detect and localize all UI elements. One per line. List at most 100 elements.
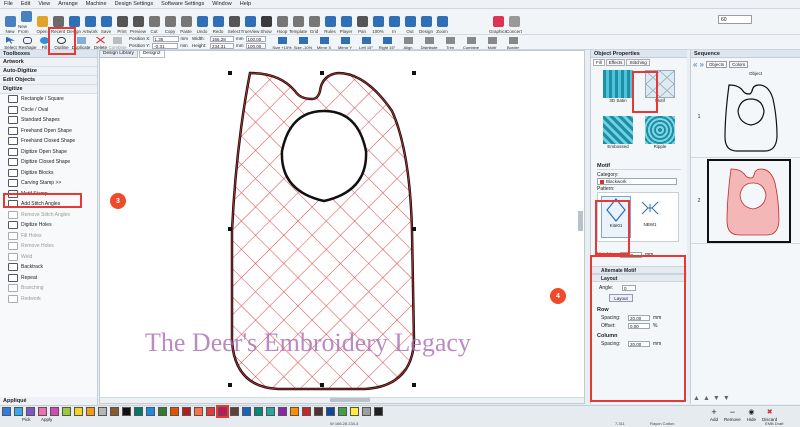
transform-btn-2[interactable]: Mirror X	[314, 35, 335, 50]
toolbar-btn-8[interactable]: Preview	[130, 9, 146, 34]
tab-colors[interactable]: Colors	[729, 61, 749, 68]
toolbar-btn-26[interactable]: Design	[418, 9, 434, 34]
thread-swatch[interactable]	[86, 407, 95, 416]
toolbar-btn-14[interactable]: Select	[226, 9, 242, 34]
toolbar-btn-10[interactable]: Copy	[162, 9, 178, 34]
collapse-right-icon[interactable]: »	[699, 60, 703, 69]
toolbar-btn-22[interactable]: Pan	[354, 9, 370, 34]
height-percent-field[interactable]: 100.00	[245, 42, 266, 49]
transform-btn-8[interactable]: Trim	[440, 35, 461, 50]
zoom-select[interactable]: 60	[718, 15, 752, 24]
tab-design-library[interactable]: Design Library	[99, 50, 138, 58]
thread-swatch[interactable]	[146, 407, 155, 416]
toolbar-btn-15[interactable]: TrueView	[241, 9, 259, 34]
thread-swatch[interactable]	[50, 407, 59, 416]
move-down-icon[interactable]: ▼	[713, 395, 720, 402]
move-up-icon[interactable]: ▲	[703, 395, 710, 402]
thread-swatch[interactable]	[134, 407, 143, 416]
menu-edit[interactable]: Edit	[21, 1, 30, 7]
tool-item[interactable]: Rectangle / Square	[0, 94, 97, 105]
fill-ripple[interactable]: Ripple	[641, 116, 679, 158]
thread-swatch[interactable]	[14, 407, 23, 416]
menu-machine[interactable]: Machine	[86, 1, 107, 7]
remove-button[interactable]: − Remove	[724, 408, 741, 423]
thread-swatch[interactable]	[230, 407, 239, 416]
thread-swatch[interactable]	[374, 407, 383, 416]
tool-item[interactable]: Add Stitch Angles	[0, 199, 97, 210]
toolbar-btn-19[interactable]: Grid	[306, 9, 322, 34]
design-canvas[interactable]: The Deer's Embroidery Legacy	[99, 50, 585, 404]
tool-item[interactable]: Digitize Holes	[0, 220, 97, 231]
tool-item[interactable]: Carving Stamp >>	[0, 178, 97, 189]
thread-swatch[interactable]	[38, 407, 47, 416]
thread-swatch[interactable]	[338, 407, 347, 416]
canvas-vertical-scrollbar[interactable]	[578, 211, 583, 231]
toolbar-btn-20[interactable]: Rules	[322, 9, 338, 34]
tool-item[interactable]: Branching	[0, 283, 97, 294]
move-top-icon[interactable]: ▲	[693, 395, 700, 402]
menu-view[interactable]: View	[38, 1, 50, 7]
move-bottom-icon[interactable]: ▼	[723, 395, 730, 402]
toolbar-btn-1[interactable]: New From	[18, 9, 34, 34]
transform-btn-9[interactable]: Combine	[461, 35, 482, 50]
tool-item[interactable]: Backtrack	[0, 262, 97, 273]
tool-item[interactable]: Repeat	[0, 273, 97, 284]
thread-swatch[interactable]	[74, 407, 83, 416]
transform-btn-4[interactable]: Left 15°	[356, 35, 377, 50]
reshape-tool-button[interactable]: Reshape	[19, 35, 37, 50]
alternate-motif-section[interactable]: Alternate Motif	[591, 266, 687, 274]
toolbar-btn-28[interactable]: Graphics	[489, 9, 507, 34]
toolbar-btn-5[interactable]: Artwork	[82, 9, 98, 34]
duplicate-button[interactable]: Duplicate	[70, 35, 92, 50]
toolbar-btn-9[interactable]: Cut	[146, 9, 162, 34]
add-button[interactable]: + Add	[710, 408, 718, 423]
thread-swatch[interactable]	[242, 407, 251, 416]
thread-swatch[interactable]	[206, 407, 215, 416]
toolbar-btn-3[interactable]: Recent	[50, 9, 66, 34]
discard-button[interactable]: ✖ Discard	[762, 408, 777, 422]
select-tool-button[interactable]: Select	[2, 35, 19, 50]
tab-fill[interactable]: Fill	[593, 59, 605, 66]
menu-arrange[interactable]: Arrange	[58, 1, 78, 7]
tool-item[interactable]: Standard Shapes	[0, 115, 97, 126]
toolbar-btn-17[interactable]: Hoop	[274, 9, 290, 34]
category-select[interactable]: Blackwork	[597, 178, 677, 185]
menu-design-settings[interactable]: Design Settings	[115, 1, 154, 7]
fill-embossed[interactable]: Embossed	[599, 116, 637, 158]
thread-swatch[interactable]	[98, 407, 107, 416]
tool-item[interactable]: Remove Holes	[0, 241, 97, 252]
transform-btn-10[interactable]: Motif	[482, 35, 503, 50]
column-spacing-field[interactable]: 20.00	[628, 341, 650, 347]
toolbar-btn-13[interactable]: Redo	[210, 9, 226, 34]
tool-item[interactable]: Digitize Closed Shape	[0, 157, 97, 168]
sequence-row[interactable]: 1	[691, 76, 800, 158]
thread-swatch[interactable]	[302, 407, 311, 416]
tab-objects[interactable]: Objects	[705, 61, 728, 68]
tool-item[interactable]: Weld	[0, 252, 97, 263]
tab-effects[interactable]: Effects	[605, 59, 626, 66]
toolbar-btn-25[interactable]: Out	[402, 9, 418, 34]
thread-swatch[interactable]	[216, 405, 229, 418]
transform-btn-3[interactable]: Mirror Y	[335, 35, 356, 50]
transform-btn-7[interactable]: Distribute	[419, 35, 440, 50]
transform-btn-0[interactable]: Size +10%	[272, 35, 293, 50]
delete-button[interactable]: Delete	[92, 35, 109, 50]
motif-height-field[interactable]: 20.00	[620, 252, 642, 258]
section-artwork[interactable]: Artwork	[0, 58, 97, 67]
menu-window[interactable]: Window	[212, 1, 232, 7]
layout-button[interactable]: Layout	[609, 294, 633, 302]
transform-btn-1[interactable]: Size -10%	[293, 35, 314, 50]
toolbar-btn-11[interactable]: Paste	[178, 9, 194, 34]
thread-swatch[interactable]	[182, 407, 191, 416]
tool-item[interactable]: Motif Stamp...	[0, 189, 97, 200]
position-y-field[interactable]: -0.31	[152, 42, 179, 49]
width-field[interactable]: 166.28	[210, 35, 235, 42]
sequence-row[interactable]: 2	[691, 158, 800, 244]
toolbar-btn-7[interactable]: Print	[114, 9, 130, 34]
thread-swatch[interactable]	[170, 407, 179, 416]
height-field[interactable]: 234.31	[210, 42, 235, 49]
collapse-left-icon[interactable]: «	[693, 60, 697, 69]
thread-swatch[interactable]	[362, 407, 371, 416]
hide-button[interactable]: ◉ Hide	[747, 408, 756, 422]
tool-item[interactable]: Digitize Blocks	[0, 168, 97, 179]
